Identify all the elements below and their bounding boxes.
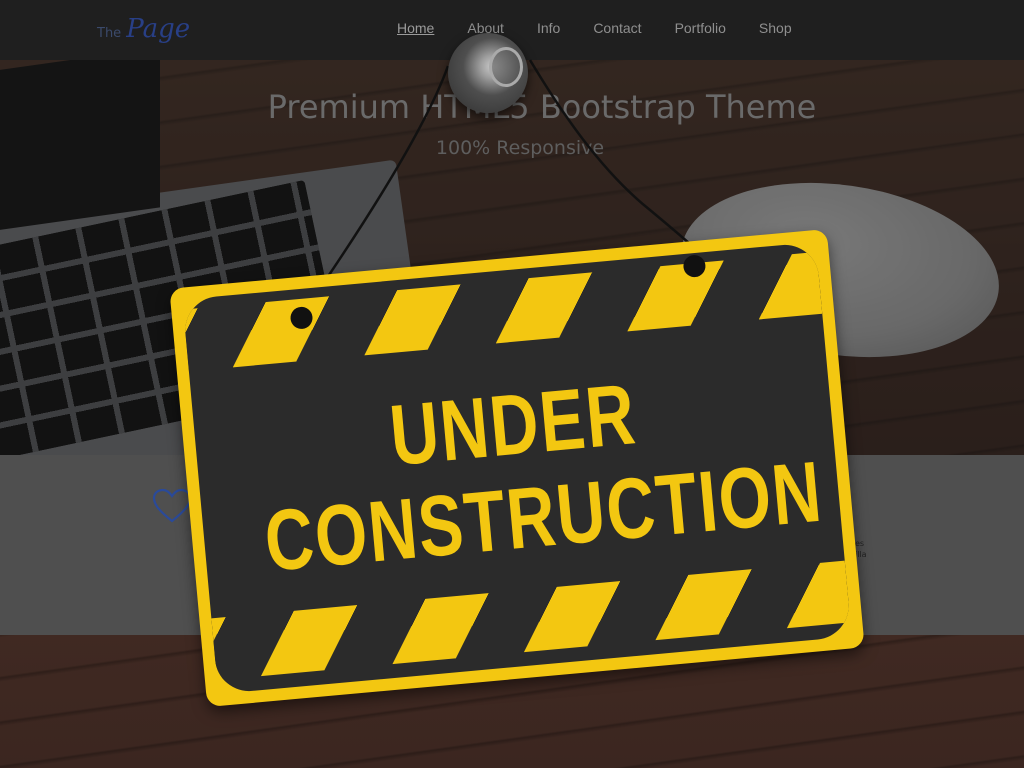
fragment-line-1: es xyxy=(855,539,865,548)
brand-logo[interactable]: The Page xyxy=(97,14,190,44)
nav-item-info[interactable]: Info xyxy=(537,20,560,36)
fragment-line-2: illa xyxy=(855,550,867,559)
brand-name: Page xyxy=(126,14,191,44)
heart-icon xyxy=(152,488,192,523)
hero-subtitle: 100% Responsive xyxy=(435,137,605,159)
main-nav: Home About Info Contact Portfolio Shop xyxy=(397,20,825,36)
nav-item-portfolio[interactable]: Portfolio xyxy=(675,20,726,36)
wall-nail xyxy=(448,33,528,113)
nav-item-home[interactable]: Home xyxy=(397,20,434,36)
brand-prefix: The xyxy=(97,26,122,41)
nav-item-shop[interactable]: Shop xyxy=(759,20,792,36)
feature-text-fragment: es illa xyxy=(855,538,867,560)
under-construction-sign: UNDER CONSTRUCTION xyxy=(169,228,865,708)
nav-item-contact[interactable]: Contact xyxy=(593,20,641,36)
